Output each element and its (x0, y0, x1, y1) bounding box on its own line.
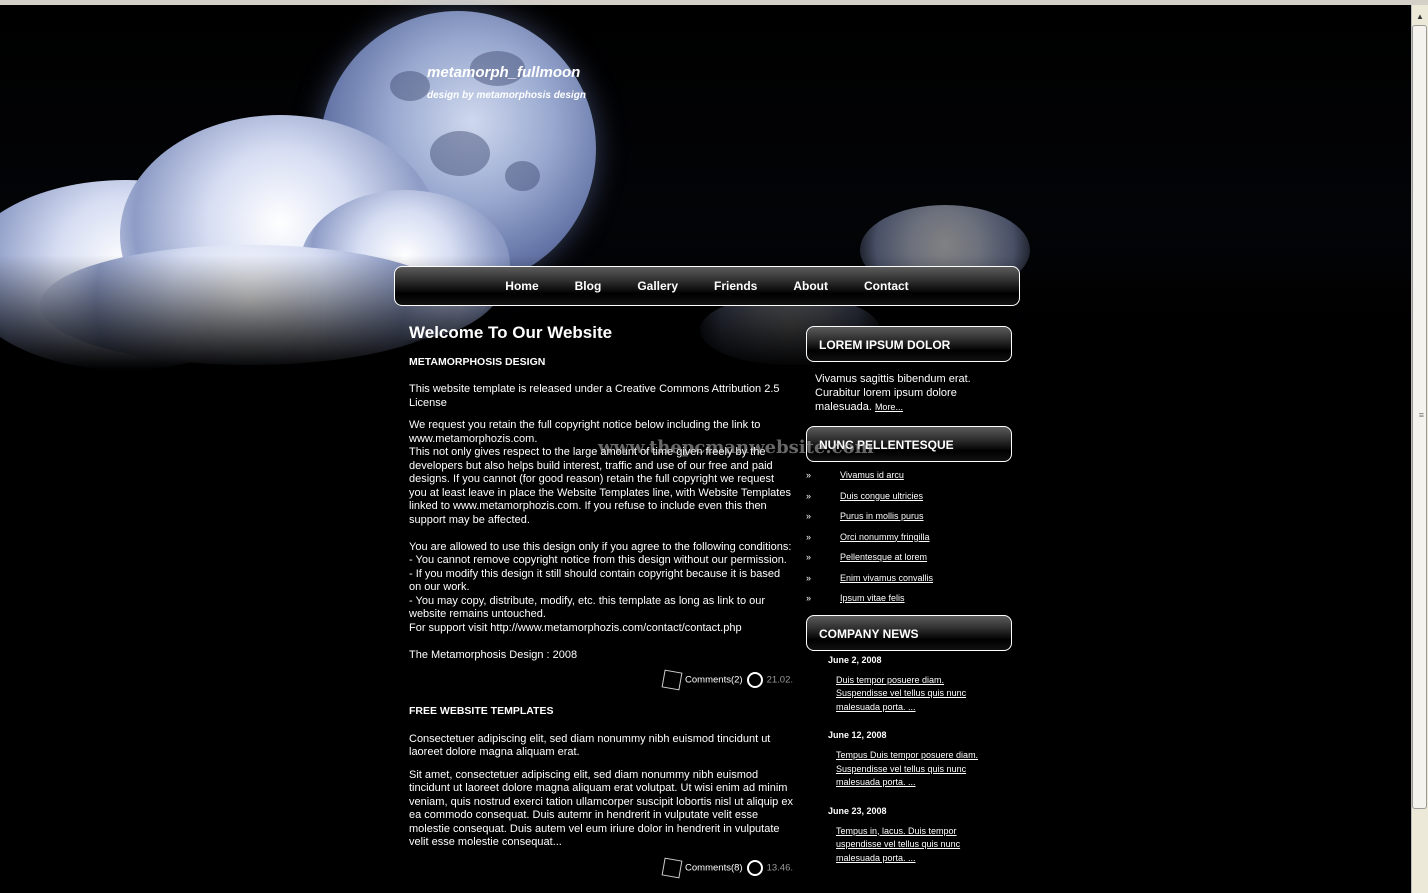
scrollbar-grip-icon: ≡ (1418, 410, 1424, 420)
sidebar-link[interactable]: Orci nonummy fringilla (840, 532, 930, 542)
site-subtitle: design by metamorphosis design (427, 90, 586, 101)
list-item: » Ipsum vitae felis (806, 593, 905, 603)
sidebar-box-title: COMPANY NEWS (806, 614, 1012, 651)
nav-gallery[interactable]: Gallery (637, 279, 678, 293)
post-meta: Comments(8) 13.46. (409, 857, 793, 878)
sidebar-link[interactable]: Enim vivamus convallis (840, 573, 933, 583)
sidebar-box-text: Vivamus sagittis bibendum erat. Curabitu… (806, 362, 1012, 424)
sidebar-link[interactable]: Duis congue ultricies (840, 491, 923, 501)
list-item: » Pellentesque at lorem (806, 552, 928, 562)
list-item: » Orci nonummy fringilla (806, 531, 930, 542)
news-date: June 23, 2008 (828, 805, 887, 816)
post-paragraph: Sit amet, consectetuer adipiscing elit, … (409, 768, 793, 849)
news-link[interactable]: Tempus Duis tempor posuere diam. Suspend… (836, 749, 986, 790)
sidebar-box-title: LOREM IPSUM DOLOR (806, 326, 1012, 362)
list-item: » Purus in mollis purus (806, 511, 924, 521)
post-date: 21.02. (766, 674, 793, 686)
sidebar-link[interactable]: Purus in mollis purus (840, 511, 924, 521)
scroll-up-arrow-icon[interactable]: ▲ (1414, 12, 1426, 22)
sidebar-link[interactable]: Pellentesque at lorem (840, 552, 927, 562)
comments-link[interactable]: Comments(2) (685, 675, 743, 686)
post-title: METAMORPHOSIS DESIGN (409, 355, 546, 368)
main-content: Welcome To Our Website METAMORPHOSIS DES… (409, 323, 793, 893)
news-date: June 2, 2008 (828, 654, 882, 665)
vertical-scrollbar[interactable]: ▲ ≡ (1411, 5, 1428, 893)
watermark-text: www.thepcmanwebsite.com (598, 437, 874, 458)
sidebar-link[interactable]: Vivamus id arcu (840, 470, 904, 480)
nav-contact[interactable]: Contact (864, 279, 909, 293)
post-paragraph: This website template is released under … (409, 383, 780, 409)
news-link[interactable]: Tempus in, lacus. Duis tempor uspendisse… (836, 825, 986, 866)
list-item: » Enim vivamus convallis (806, 572, 934, 583)
clock-icon (746, 859, 763, 876)
sidebar-link[interactable]: Ipsum vitae felis (840, 593, 905, 603)
header-sky-image (0, 5, 1412, 370)
sidebar: LOREM IPSUM DOLOR Vivamus sagittis biben… (806, 326, 1012, 881)
nav-home[interactable]: Home (505, 279, 538, 293)
news-date: June 12, 2008 (828, 730, 887, 740)
comments-link[interactable]: Comments(8) (685, 862, 743, 873)
company-news-list: June 2, 2008 Duis tempor posuere diam. S… (806, 651, 1012, 866)
post-meta: Comments(2) 21.02. (409, 669, 793, 691)
page-heading: Welcome To Our Website (409, 323, 613, 342)
more-link[interactable]: More... (875, 402, 903, 412)
nav-friends[interactable]: Friends (714, 279, 757, 293)
comment-icon (661, 669, 683, 691)
comment-icon (661, 857, 683, 878)
nav-blog[interactable]: Blog (575, 279, 602, 293)
post-title: FREE WEBSITE TEMPLATES (409, 705, 554, 717)
post-date: 13.46. (766, 862, 793, 874)
list-item: » Duis congue ultricies (806, 490, 924, 501)
main-navigation: Home Blog Gallery Friends About Contact (394, 266, 1020, 306)
nav-about[interactable]: About (793, 279, 828, 293)
sidebar-link-list: » Vivamus id arcu » Duis congue ultricies … (806, 470, 1012, 614)
list-item: » Vivamus id arcu (806, 470, 904, 480)
news-link[interactable]: Duis tempor posuere diam. Suspendisse ve… (836, 674, 986, 715)
post-paragraph: Consectetuer adipiscing elit, sed diam n… (409, 732, 771, 759)
site-title: metamorph_fullmoon (427, 64, 581, 81)
clock-icon (746, 672, 763, 688)
